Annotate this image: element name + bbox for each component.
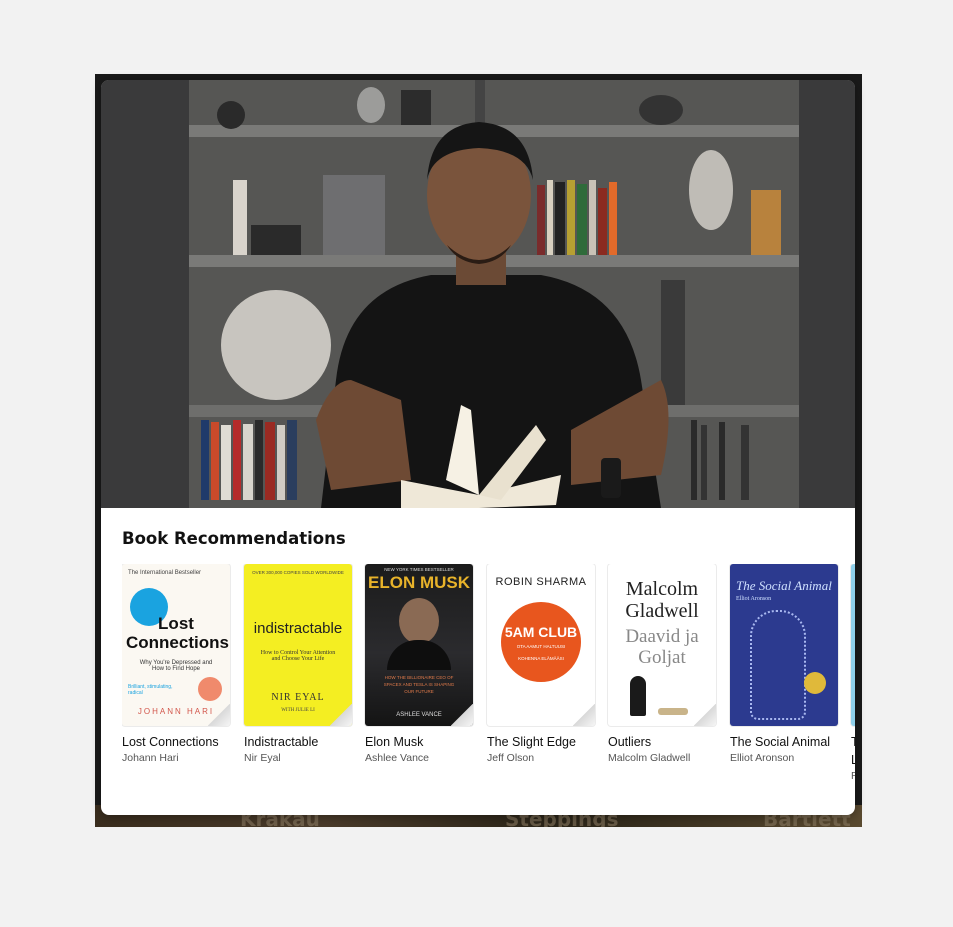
book-item[interactable]: T L R [851, 564, 855, 782]
cover-author: NIR EYAL [271, 692, 325, 703]
book-item[interactable]: OVER 300,000 COPIES SOLD WORLDWIDE indis… [244, 564, 352, 764]
book-cover[interactable]: The International Bestseller Lost Connec… [122, 564, 230, 726]
cover-heading: ELON MUSK [368, 573, 470, 592]
book-item[interactable]: NEW YORK TIMES BESTSELLER ELON MUSK HOW … [365, 564, 473, 764]
cover-subtitle: HOW THE BILLIONAIRE CEO OF SPACEX AND TE… [383, 675, 455, 694]
page-curl-icon [451, 704, 473, 726]
book-author: Elliot Aronson [730, 752, 795, 764]
section-title: Book Recommendations [122, 529, 346, 548]
cover-heading: ROBIN SHARMA [495, 576, 587, 588]
book-title[interactable]: The Social Animal [730, 735, 838, 749]
hero-illustration [101, 80, 855, 508]
page-curl-icon [208, 704, 230, 726]
book-item[interactable]: The International Bestseller Lost Connec… [122, 564, 230, 764]
page-curl-icon [694, 704, 716, 726]
hero-image [101, 80, 855, 508]
book-author: Johann Hari [122, 752, 179, 764]
book-title[interactable]: T [851, 735, 855, 749]
book-author: Ashlee Vance [365, 752, 430, 764]
cover-head-silhouette [750, 610, 806, 720]
cover-orange-circle [501, 602, 581, 682]
book-title[interactable]: Indistractable [244, 735, 352, 749]
book-title[interactable]: Lost Connections [122, 735, 230, 749]
cover-seal [804, 672, 826, 694]
book-author: Jeff Olson [487, 752, 535, 764]
book-author: R [851, 770, 855, 782]
book-item[interactable]: Malcolm Gladwell Daavid ja Goljat Outlie… [608, 564, 716, 764]
book-title[interactable]: Outliers [608, 735, 716, 749]
cover-heading: Lost Connections [126, 614, 229, 652]
cover-tagline: OVER 300,000 COPIES SOLD WORLDWIDE [252, 570, 344, 575]
cover-circle-salmon [198, 677, 222, 701]
book-item[interactable]: The Social Animal Elliot Aronson The Soc… [730, 564, 838, 764]
cover-tagline: NEW YORK TIMES BESTSELLER [384, 567, 454, 572]
cover-portrait-body [387, 640, 451, 670]
cover-chess-piece [630, 676, 646, 716]
book-cover[interactable]: Malcolm Gladwell Daavid ja Goljat [608, 564, 716, 726]
page-curl-icon [573, 704, 595, 726]
cover-heading: indistractable [253, 620, 343, 637]
book-cover[interactable] [851, 564, 855, 726]
book-cover[interactable]: OVER 300,000 COPIES SOLD WORLDWIDE indis… [244, 564, 352, 726]
cover-badge: 5AM CLUB [504, 624, 578, 640]
cover-quote: Brilliant, stimulating, radical [128, 684, 173, 696]
cover-heading: The Social Animal [736, 578, 832, 593]
book-title-line2[interactable]: L [851, 753, 855, 767]
cover-heading: Malcolm Gladwell [625, 578, 699, 622]
cover-chess-piece-fallen [658, 708, 688, 715]
cover-tagline: The International Bestseller [128, 570, 202, 576]
cover-subtitle: Why You're Depressed and How to Find Hop… [139, 660, 213, 672]
cover-subtitle: How to Control Your Attention and Choose… [260, 650, 336, 662]
book-title[interactable]: The Slight Edge [487, 735, 595, 749]
page-curl-icon [330, 704, 352, 726]
cover-subtitle: Daavid ja Goljat [625, 626, 699, 668]
book-author: Malcolm Gladwell [608, 752, 691, 764]
cover-subtitle-2: KOHENNA ELÄMÄÄSI [518, 656, 564, 661]
book-item[interactable]: ROBIN SHARMA 5AM CLUB OTA AAMUT HALTUUSI… [487, 564, 595, 764]
book-cover[interactable]: NEW YORK TIMES BESTSELLER ELON MUSK HOW … [365, 564, 473, 726]
recommendations-card: Book Recommendations The International B… [101, 80, 855, 815]
book-carousel: The International Bestseller Lost Connec… [122, 564, 855, 784]
book-cover[interactable]: The Social Animal Elliot Aronson [730, 564, 838, 726]
cover-subtitle: OTA AAMUT HALTUUSI [516, 644, 566, 649]
book-author: Nir Eyal [244, 752, 281, 764]
cover-subtitle: Elliot Aronson [736, 596, 772, 602]
book-title[interactable]: Elon Musk [365, 735, 473, 749]
book-cover[interactable]: ROBIN SHARMA 5AM CLUB OTA AAMUT HALTUUSI… [487, 564, 595, 726]
cover-portrait [399, 598, 439, 644]
